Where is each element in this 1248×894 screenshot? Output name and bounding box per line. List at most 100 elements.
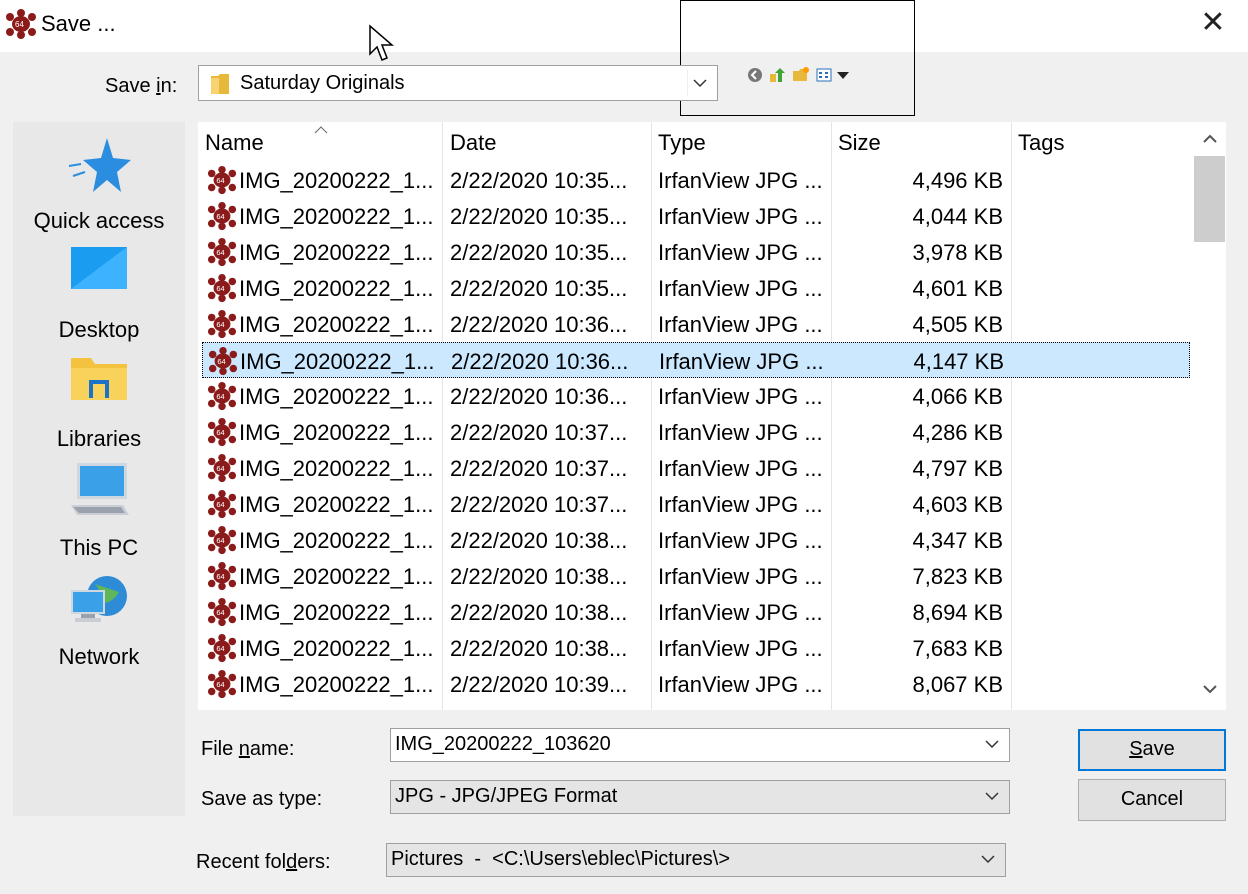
irfanview-file-icon: 64 (207, 561, 237, 591)
back-icon[interactable] (746, 66, 764, 84)
chevron-down-icon[interactable] (983, 735, 1001, 753)
place-quick-access[interactable]: Quick access (13, 136, 185, 240)
scrollbar-thumb[interactable] (1194, 156, 1225, 242)
scroll-up-icon[interactable] (1202, 132, 1218, 146)
file-size-cell: 4,496 KB (912, 168, 1003, 193)
place-desktop[interactable]: Desktop (13, 245, 185, 349)
network-icon (71, 576, 127, 622)
file-date-cell: 2/22/2020 10:37... (450, 492, 628, 517)
irfanview-file-icon: 64 (207, 381, 237, 411)
file-type-cell: IrfanView JPG ... (658, 420, 823, 445)
file-row[interactable]: 64 IMG_20200222_1... 2/22/2020 10:35... Irf… (202, 234, 1190, 270)
file-row[interactable]: 64 IMG_20200222_1... 2/22/2020 10:37... Irf… (202, 450, 1190, 486)
column-header-name[interactable]: Name (205, 130, 264, 156)
chevron-down-icon[interactable] (979, 850, 997, 868)
new-folder-icon[interactable] (792, 66, 810, 84)
view-menu-icon[interactable] (816, 66, 834, 84)
file-type-cell: IrfanView JPG ... (658, 240, 823, 265)
file-row[interactable]: 64 IMG_20200222_1... 2/22/2020 10:36... Irf… (202, 306, 1190, 342)
file-size-cell: 4,147 KB (913, 349, 1004, 374)
place-libraries[interactable]: Libraries (13, 354, 185, 458)
file-row[interactable]: 64 IMG_20200222_1... 2/22/2020 10:38... Irf… (202, 558, 1190, 594)
column-header-type[interactable]: Type (658, 130, 706, 156)
file-name-cell: IMG_20200222_1... (239, 168, 434, 193)
file-row[interactable]: 64 IMG_20200222_1... 2/22/2020 10:38... Irf… (202, 594, 1190, 630)
file-date-cell: 2/22/2020 10:39... (450, 672, 628, 697)
file-name-cell: IMG_20200222_1... (239, 528, 434, 553)
file-date-cell: 2/22/2020 10:37... (450, 456, 628, 481)
irfanview-file-icon: 64 (208, 346, 238, 376)
file-row[interactable]: 64 IMG_20200222_1... 2/22/2020 10:37... Irf… (202, 414, 1190, 450)
scroll-down-icon[interactable] (1202, 682, 1218, 696)
file-row[interactable]: 64 IMG_20200222_1... 2/22/2020 10:38... Irf… (202, 630, 1190, 666)
irfanview-app-icon: 64 (6, 9, 36, 39)
folder-icon (211, 74, 229, 94)
column-headers: Name Date Type Size Tags (198, 122, 1194, 710)
file-name-cell: IMG_20200222_1... (239, 456, 434, 481)
sort-ascending-icon (314, 126, 328, 134)
irfanview-file-icon: 64 (207, 633, 237, 663)
irfanview-file-icon: 64 (207, 489, 237, 519)
file-row[interactable]: 64 IMG_20200222_1... 2/22/2020 10:35... Irf… (202, 162, 1190, 198)
desktop-icon (71, 247, 127, 289)
save-in-dropdown[interactable]: Saturday Originals (198, 65, 718, 101)
up-folder-icon[interactable] (768, 66, 786, 84)
file-row[interactable]: 64 IMG_20200222_1... 2/22/2020 10:35... Irf… (202, 270, 1190, 306)
file-name-value[interactable]: IMG_20200222_103620 (395, 733, 611, 756)
irfanview-file-icon: 64 (207, 417, 237, 447)
window-title: Save ... (41, 11, 116, 36)
file-name-cell: IMG_20200222_1... (239, 636, 434, 661)
recent-folders-dropdown[interactable]: Pictures - <C:\Users\eblec\Pictures\> (386, 843, 1006, 877)
file-row[interactable]: 64 IMG_20200222_1... 2/22/2020 10:35... Irf… (202, 198, 1190, 234)
vertical-scrollbar[interactable] (1194, 122, 1226, 710)
recent-folders-label: Recent folders: (196, 851, 331, 873)
place-network[interactable]: Network (13, 572, 185, 676)
file-type-cell: IrfanView JPG ... (659, 349, 824, 374)
file-row[interactable]: 64 IMG_20200222_1... 2/22/2020 10:36... Irf… (202, 342, 1190, 378)
chevron-down-icon[interactable] (983, 787, 1001, 805)
column-header-date[interactable]: Date (450, 130, 496, 156)
file-date-cell: 2/22/2020 10:37... (450, 420, 628, 445)
computer-icon (71, 463, 129, 515)
save-as-type-dropdown[interactable]: JPG - JPG/JPEG Format (390, 780, 1010, 814)
svg-text:64: 64 (216, 572, 224, 581)
file-date-cell: 2/22/2020 10:38... (450, 600, 628, 625)
file-type-cell: IrfanView JPG ... (658, 456, 823, 481)
file-name-field[interactable]: IMG_20200222_103620 (390, 728, 1010, 762)
save-as-type-value: JPG - JPG/JPEG Format (395, 785, 618, 807)
file-size-cell: 8,694 KB (912, 600, 1003, 625)
file-row[interactable]: 64 IMG_20200222_1... 2/22/2020 10:38... Irf… (202, 522, 1190, 558)
place-label: This PC (59, 535, 139, 560)
close-button[interactable]: ✕ (1196, 6, 1230, 40)
file-date-cell: 2/22/2020 10:36... (451, 349, 629, 374)
file-size-cell: 8,067 KB (912, 672, 1003, 697)
file-row[interactable]: 64 IMG_20200222_1... 2/22/2020 10:37... Irf… (202, 486, 1190, 522)
svg-text:64: 64 (216, 212, 224, 221)
save-in-value: Saturday Originals (240, 72, 405, 94)
file-date-cell: 2/22/2020 10:35... (450, 240, 628, 265)
file-type-cell: IrfanView JPG ... (658, 204, 823, 229)
file-size-cell: 4,066 KB (912, 384, 1003, 409)
column-header-tags[interactable]: Tags (1018, 130, 1064, 156)
file-size-cell: 4,044 KB (912, 204, 1003, 229)
recent-folders-value: Pictures - <C:\Users\eblec\Pictures\> (391, 848, 731, 870)
column-header-size[interactable]: Size (838, 130, 881, 156)
svg-text:64: 64 (216, 644, 224, 653)
save-button[interactable]: Save (1078, 729, 1226, 771)
file-type-cell: IrfanView JPG ... (658, 528, 823, 553)
file-date-cell: 2/22/2020 10:38... (450, 564, 628, 589)
file-row[interactable]: 64 IMG_20200222_1... 2/22/2020 10:39... Irf… (202, 666, 1190, 702)
place-this-pc[interactable]: This PC (13, 463, 185, 567)
file-row[interactable]: 64 IMG_20200222_1... 2/22/2020 10:36... Irf… (202, 378, 1190, 414)
file-name-cell: IMG_20200222_1... (240, 349, 435, 374)
file-list[interactable]: Name Date Type Size Tags 64 IMG_20200222_… (198, 122, 1226, 710)
view-dropdown-icon[interactable] (836, 66, 850, 84)
file-size-cell: 3,978 KB (912, 240, 1003, 265)
file-type-cell: IrfanView JPG ... (658, 276, 823, 301)
svg-text:64: 64 (216, 428, 224, 437)
svg-text:64: 64 (216, 500, 224, 509)
chevron-down-icon[interactable] (687, 70, 713, 96)
cancel-button[interactable]: Cancel (1078, 779, 1226, 821)
svg-text:64: 64 (216, 248, 224, 257)
file-name-cell: IMG_20200222_1... (239, 204, 434, 229)
